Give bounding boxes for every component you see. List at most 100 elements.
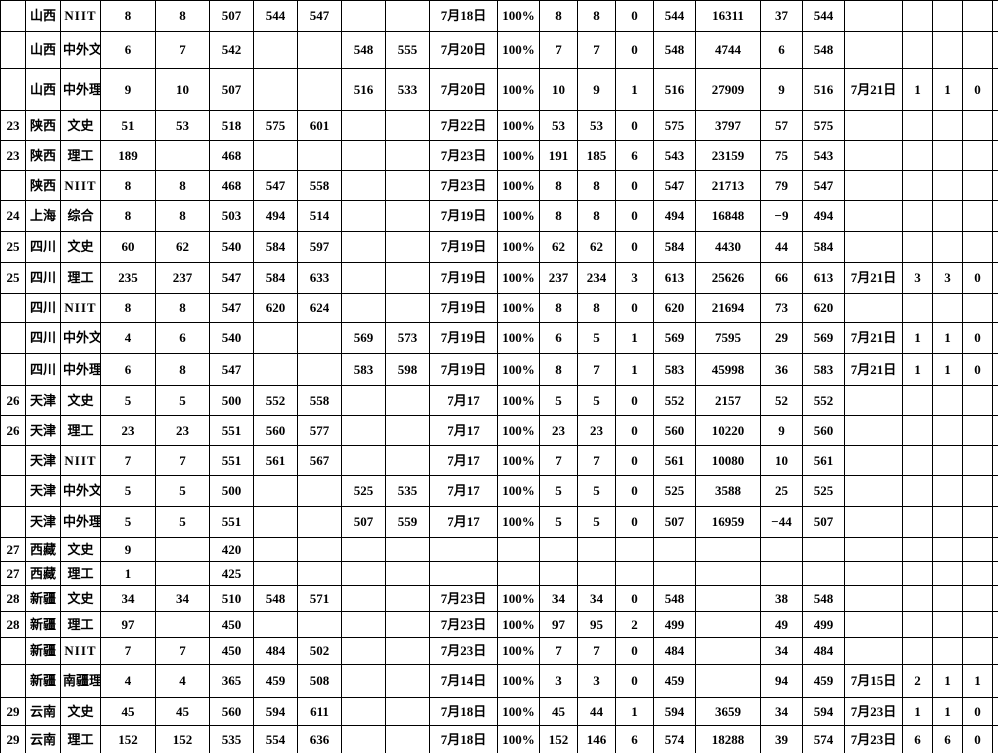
cell-pct[interactable]: 100% — [497, 170, 540, 201]
cell-d1[interactable] — [902, 200, 933, 232]
cell-batch_line[interactable]: 507 — [209, 0, 254, 32]
cell-d4[interactable] — [992, 31, 998, 69]
cell-c2[interactable]: 62 — [577, 231, 616, 263]
cell-d1[interactable]: 6 — [902, 725, 933, 753]
cell-max_score_b[interactable] — [385, 445, 430, 476]
cell-idx[interactable]: 27 — [0, 537, 26, 562]
cell-max_score[interactable]: 508 — [297, 664, 342, 698]
cell-province[interactable]: 新疆 — [25, 611, 61, 638]
cell-d1[interactable] — [902, 415, 933, 446]
cell-batch_line[interactable]: 560 — [209, 697, 254, 726]
cell-max_score_b[interactable] — [385, 585, 430, 612]
cell-c2[interactable]: 3 — [577, 664, 616, 698]
cell-d3[interactable] — [962, 170, 993, 201]
cell-c7[interactable]: 613 — [802, 262, 845, 294]
cell-c6[interactable]: 38 — [760, 585, 803, 612]
cell-province[interactable]: 四川 — [25, 231, 61, 263]
cell-c7[interactable]: 574 — [802, 725, 845, 753]
cell-batch_line[interactable]: 507 — [209, 68, 254, 111]
cell-c7[interactable]: 494 — [802, 200, 845, 232]
cell-min_score_b[interactable] — [341, 140, 386, 171]
cell-date2[interactable] — [844, 506, 903, 538]
cell-min_score_b[interactable] — [341, 293, 386, 323]
cell-date[interactable]: 7月14日 — [429, 664, 498, 698]
cell-province[interactable]: 新疆 — [25, 585, 61, 612]
table-row[interactable]: 新疆南疆理工443654595087月14日100%330459944597月1… — [0, 664, 998, 698]
cell-date[interactable]: 7月20日 — [429, 31, 498, 69]
cell-min_score[interactable]: 594 — [253, 697, 298, 726]
cell-province[interactable]: 四川 — [25, 322, 61, 354]
table-row[interactable]: 26 天津 文史 5 5 500 552 558 7月17 100% 5 5 0 552 2157 52 552… — [0, 385, 998, 416]
cell-batch_line[interactable]: 500 — [209, 475, 254, 507]
cell-min_score[interactable] — [253, 475, 298, 507]
cell-c2[interactable]: 5 — [577, 385, 616, 416]
cell-c4[interactable]: 569 — [653, 322, 696, 354]
cell-idx[interactable] — [0, 475, 26, 507]
cell-max_score_b[interactable] — [385, 637, 430, 665]
cell-d2[interactable]: 1 — [932, 353, 963, 386]
cell-c6[interactable] — [760, 537, 803, 562]
cell-max_score_b[interactable] — [385, 231, 430, 263]
cell-pct[interactable]: 100% — [497, 385, 540, 416]
cell-min_score[interactable]: 494 — [253, 200, 298, 232]
table-row[interactable]: 新疆NIIT774504845027月23日100%77048434484录取中 — [0, 637, 998, 665]
cell-date2[interactable] — [844, 445, 903, 476]
cell-date[interactable]: 7月17 — [429, 475, 498, 507]
cell-province[interactable]: 云南 — [25, 725, 61, 753]
cell-min_score[interactable] — [253, 537, 298, 562]
cell-max_score_b[interactable]: 559 — [385, 506, 430, 538]
cell-batch_line[interactable]: 450 — [209, 637, 254, 665]
cell-d2[interactable] — [932, 506, 963, 538]
cell-c6[interactable]: 52 — [760, 385, 803, 416]
cell-province[interactable]: 陕西 — [25, 110, 61, 141]
cell-c7[interactable]: 543 — [802, 140, 845, 171]
cell-idx[interactable] — [0, 664, 26, 698]
cell-category[interactable]: 中外文史 — [60, 322, 101, 354]
table-row[interactable]: 29 云南 文史 45 45 560 594 611 7月18日 100% 45 44 1 594 3659… — [0, 697, 998, 726]
cell-d1[interactable] — [902, 385, 933, 416]
cell-c6[interactable]: −9 — [760, 200, 803, 232]
cell-d2[interactable] — [932, 385, 963, 416]
cell-rank[interactable]: 18288 — [695, 725, 761, 753]
cell-c2[interactable]: 7 — [577, 31, 616, 69]
cell-c1[interactable]: 7 — [539, 445, 578, 476]
cell-min_score[interactable]: 575 — [253, 110, 298, 141]
cell-d4[interactable]: 532 — [992, 68, 998, 111]
cell-d3[interactable]: 0 — [962, 68, 993, 111]
cell-min_score_b[interactable] — [341, 664, 386, 698]
cell-date2[interactable]: 7月15日 — [844, 664, 903, 698]
cell-date2[interactable] — [844, 31, 903, 69]
cell-d4[interactable] — [992, 585, 998, 612]
cell-d3[interactable] — [962, 231, 993, 263]
cell-d4[interactable]: 597 — [992, 353, 998, 386]
cell-enrolled[interactable]: 4 — [155, 664, 210, 698]
cell-min_score_b[interactable]: 507 — [341, 506, 386, 538]
cell-d4[interactable]: 584 — [992, 262, 998, 294]
cell-c1[interactable]: 53 — [539, 110, 578, 141]
cell-category[interactable]: 文史 — [60, 385, 101, 416]
table-row[interactable]: 25 四川 理工 235 237 547 584 633 7月19日 100% 237 234 3 613… — [0, 262, 998, 294]
cell-plan[interactable]: 5 — [100, 385, 156, 416]
cell-min_score[interactable]: 552 — [253, 385, 298, 416]
cell-date[interactable]: 7月17 — [429, 506, 498, 538]
cell-plan[interactable]: 9 — [100, 68, 156, 111]
cell-batch_line[interactable]: 503 — [209, 200, 254, 232]
cell-max_score_b[interactable] — [385, 140, 430, 171]
cell-date2[interactable] — [844, 611, 903, 638]
cell-idx[interactable] — [0, 445, 26, 476]
table-row[interactable]: 山西中外理工9105075165337月20日100%1091516279099… — [0, 68, 998, 111]
cell-min_score[interactable] — [253, 31, 298, 69]
cell-max_score[interactable]: 577 — [297, 415, 342, 446]
cell-max_score[interactable] — [297, 31, 342, 69]
cell-c1[interactable]: 3 — [539, 664, 578, 698]
cell-d4[interactable] — [992, 231, 998, 263]
cell-c3[interactable]: 0 — [615, 231, 654, 263]
cell-date2[interactable]: 7月23日 — [844, 697, 903, 726]
cell-date2[interactable] — [844, 561, 903, 586]
cell-batch_line[interactable]: 542 — [209, 31, 254, 69]
cell-d1[interactable] — [902, 475, 933, 507]
cell-idx[interactable] — [0, 170, 26, 201]
cell-date[interactable]: 7月23日 — [429, 611, 498, 638]
cell-date2[interactable] — [844, 110, 903, 141]
table-row[interactable]: 山西中外文史675425485557月20日100%77054847446548… — [0, 31, 998, 69]
